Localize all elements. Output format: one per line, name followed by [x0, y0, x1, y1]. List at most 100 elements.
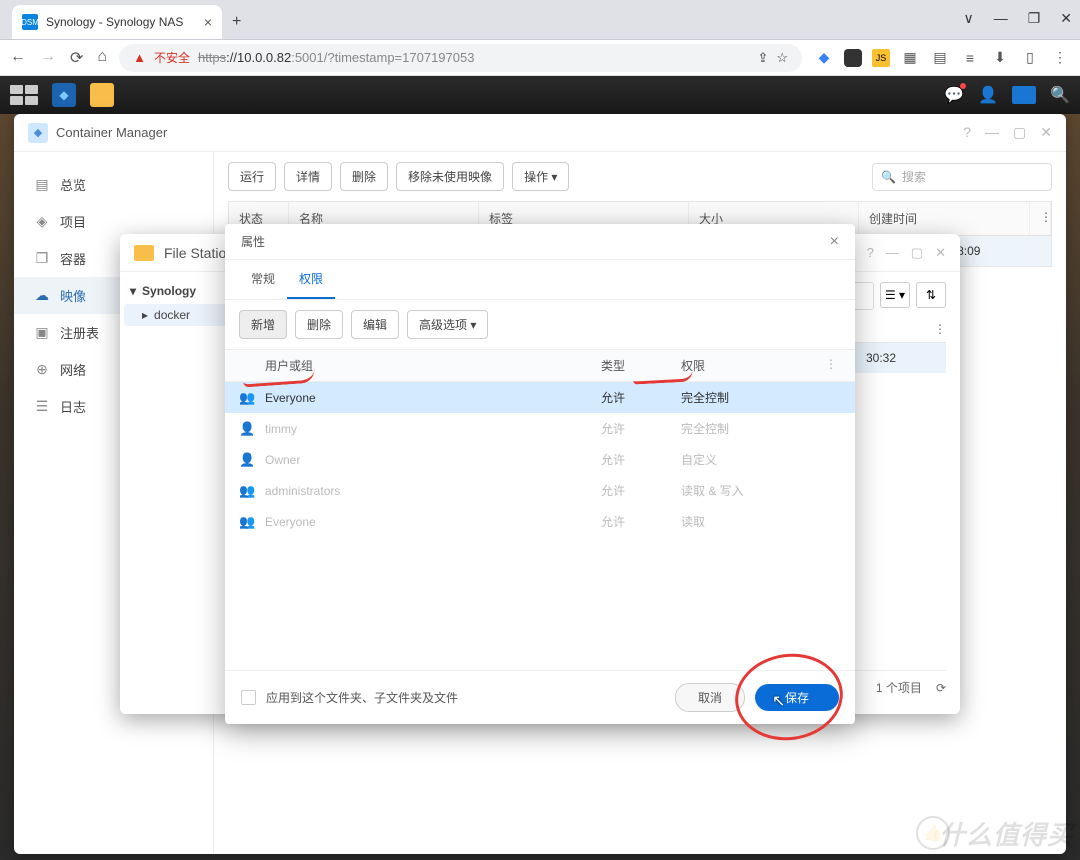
fs-tree: ▾Synology ▸docker: [120, 272, 240, 714]
notification-icon[interactable]: 💬: [944, 85, 964, 105]
extension-icon[interactable]: ≡: [960, 48, 980, 68]
panel-icon[interactable]: ▯: [1020, 48, 1040, 68]
share-icon[interactable]: ⇪: [757, 50, 768, 66]
nav-reload-icon[interactable]: ⟳: [70, 48, 83, 68]
not-secure-label: 不安全: [154, 49, 190, 66]
bookmark-star-icon[interactable]: ☆: [776, 50, 788, 66]
close-icon[interactable]: ×: [830, 233, 839, 251]
new-tab-button[interactable]: +: [232, 13, 241, 31]
cancel-button[interactable]: 取消: [675, 683, 745, 712]
search-input[interactable]: 🔍 搜索: [872, 163, 1052, 191]
tab-title: Synology - Synology NAS: [46, 15, 183, 29]
container-manager-icon: ◆: [28, 123, 48, 143]
save-button[interactable]: 保存: [755, 684, 839, 711]
delete-unused-button[interactable]: 移除未使用映像: [396, 162, 504, 191]
widget-icon[interactable]: [1012, 86, 1036, 104]
watermark-text: 什么值得买: [939, 815, 1074, 852]
dialog-title: 属性: [241, 233, 265, 250]
synology-favicon: DSM: [22, 14, 38, 30]
window-minimize-icon[interactable]: —: [886, 245, 899, 261]
properties-dialog: 属性 × 常规 权限 新增 删除 编辑 高级选项 ▾ 用户或组 类型 权限 ⋮ …: [225, 224, 855, 724]
dashboard-icon: ▤: [34, 176, 50, 193]
refresh-icon[interactable]: ⟳: [936, 681, 946, 695]
user-icon: 👤: [239, 421, 255, 437]
delete-button[interactable]: 删除: [340, 162, 388, 191]
browser-titlebar: DSM Synology - Synology NAS × + ∨ — ❐ ✕: [0, 0, 1080, 40]
operation-dropdown[interactable]: 操作 ▾: [512, 162, 569, 191]
nav-home-icon[interactable]: ⌂: [97, 48, 107, 68]
globe-icon: ⊕: [34, 361, 50, 378]
browser-menu-icon[interactable]: ⋮: [1050, 48, 1070, 68]
apply-recursive-checkbox[interactable]: [241, 690, 256, 705]
window-minimize-icon[interactable]: —: [994, 10, 1008, 27]
sort-icon[interactable]: ⇅: [916, 282, 946, 308]
container-manager-task-icon[interactable]: ◆: [52, 83, 76, 107]
window-controls: ∨ — ❐ ✕: [963, 10, 1072, 27]
browser-toolbar: ← → ⟳ ⌂ ▲ 不安全 https://10.0.0.82:5001/?ti…: [0, 40, 1080, 76]
tab-general[interactable]: 常规: [239, 260, 287, 299]
add-button[interactable]: 新增: [239, 310, 287, 339]
delete-button[interactable]: 删除: [295, 310, 343, 339]
dsm-launcher-icon[interactable]: [10, 85, 38, 105]
not-secure-icon: ▲: [133, 50, 146, 65]
tab-close-icon[interactable]: ×: [204, 14, 212, 30]
cm-titlebar: ◆ Container Manager ? — ▢ ✕: [14, 114, 1066, 152]
run-button[interactable]: 运行: [228, 162, 276, 191]
window-close-icon[interactable]: ✕: [1040, 124, 1052, 141]
help-icon[interactable]: ?: [963, 124, 971, 141]
chevron-down-icon[interactable]: ∨: [963, 10, 973, 27]
edit-button[interactable]: 编辑: [351, 310, 399, 339]
kebab-icon[interactable]: ⋮: [821, 357, 841, 374]
sidebar-item-overview[interactable]: ▤总览: [14, 166, 213, 203]
extension-icon[interactable]: [844, 49, 862, 67]
cloud-icon: ☁: [34, 287, 50, 304]
extension-icon[interactable]: ▤: [930, 48, 950, 68]
permission-row[interactable]: 👥 Everyone 允许 完全控制: [225, 382, 855, 413]
nav-back-icon[interactable]: ←: [10, 48, 26, 68]
browser-tab[interactable]: DSM Synology - Synology NAS ×: [12, 5, 222, 39]
col-type[interactable]: 类型: [601, 357, 681, 374]
user-icon: 👤: [239, 452, 255, 468]
window-close-icon[interactable]: ✕: [935, 245, 946, 261]
col-permission[interactable]: 权限: [681, 357, 821, 374]
group-icon: 👥: [239, 390, 255, 406]
permission-row[interactable]: 👥 Everyone 允许 读取: [225, 506, 855, 537]
apply-recursive-label: 应用到这个文件夹、子文件夹及文件: [266, 689, 458, 706]
list-view-icon[interactable]: ☰ ▾: [880, 282, 910, 308]
group-icon: 👥: [239, 483, 255, 499]
bookmark-icon: ▣: [34, 324, 50, 341]
file-station-task-icon[interactable]: [90, 83, 114, 107]
detail-button[interactable]: 详情: [284, 162, 332, 191]
window-minimize-icon[interactable]: —: [985, 124, 999, 141]
tree-root[interactable]: ▾Synology: [124, 280, 235, 302]
window-maximize-icon[interactable]: ▢: [911, 245, 923, 261]
tab-permission[interactable]: 权限: [287, 260, 335, 299]
list-icon: ☰: [34, 398, 50, 415]
cube-icon: ❐: [34, 250, 50, 267]
item-count: 1 个项目: [876, 679, 922, 696]
url-bar[interactable]: ▲ 不安全 https://10.0.0.82:5001/?timestamp=…: [119, 44, 802, 72]
window-restore-icon[interactable]: ❐: [1028, 10, 1041, 27]
extension-icon[interactable]: ▦: [900, 48, 920, 68]
cm-title: Container Manager: [56, 125, 167, 140]
dsm-taskbar: ◆ 💬 👤 🔍: [0, 76, 1080, 114]
permission-row[interactable]: 👤 Owner 允许 自定义: [225, 444, 855, 475]
kebab-icon[interactable]: ⋮: [866, 322, 946, 336]
extension-js-icon[interactable]: JS: [872, 49, 890, 67]
kebab-icon[interactable]: ⋮: [1030, 202, 1051, 235]
permission-row[interactable]: 👥 administrators 允许 读取 & 写入: [225, 475, 855, 506]
tree-item-docker[interactable]: ▸docker: [124, 304, 235, 326]
search-icon: 🔍: [881, 170, 896, 184]
download-icon[interactable]: ⬇: [990, 48, 1010, 68]
nav-forward-icon[interactable]: →: [40, 48, 56, 68]
permission-row[interactable]: 👤 timmy 允许 完全控制: [225, 413, 855, 444]
window-close-icon[interactable]: ✕: [1060, 10, 1072, 27]
fs-title: File Station: [164, 245, 234, 261]
advanced-dropdown[interactable]: 高级选项 ▾: [407, 310, 488, 339]
search-icon[interactable]: 🔍: [1050, 85, 1070, 105]
col-user[interactable]: 用户或组: [265, 357, 601, 374]
user-icon[interactable]: 👤: [978, 85, 998, 105]
help-icon[interactable]: ?: [867, 245, 874, 261]
window-maximize-icon[interactable]: ▢: [1013, 124, 1026, 141]
extension-icon[interactable]: ◆: [814, 48, 834, 68]
